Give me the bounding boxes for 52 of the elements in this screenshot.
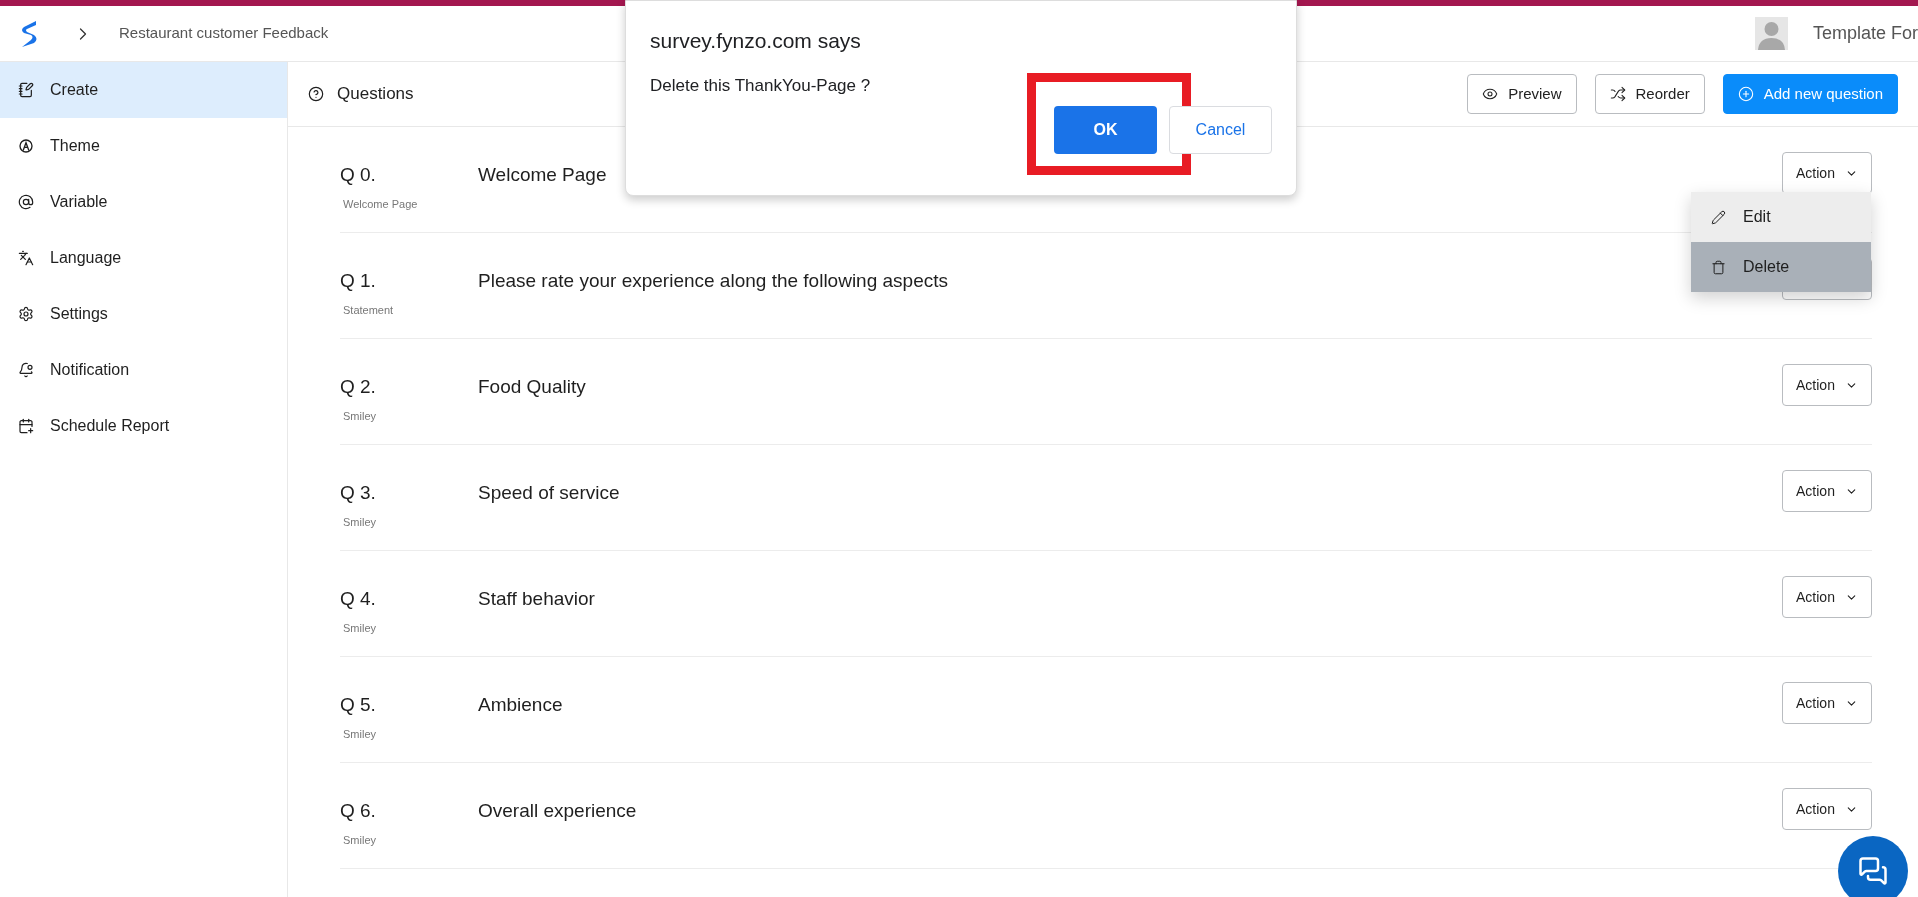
question-title[interactable]: Food Quality: [478, 375, 1782, 399]
section-title: Questions: [337, 83, 414, 106]
question-number: Q 2.: [340, 375, 377, 399]
question-type: Smiley: [343, 727, 377, 742]
question-number: Q 1.: [340, 269, 377, 293]
breadcrumb[interactable]: Restaurant customer Feedback: [119, 22, 329, 45]
question-number: Q 4.: [340, 587, 377, 611]
bell-icon: [18, 362, 34, 378]
shuffle-icon: [1609, 86, 1626, 102]
menu-item[interactable]: Edit: [1691, 192, 1871, 242]
question-type: Smiley: [343, 409, 377, 424]
account-name[interactable]: Template For: [1812, 20, 1918, 47]
question-number: Q 6.: [340, 799, 377, 823]
question-number: Q 3.: [340, 481, 377, 505]
trash-icon: [1711, 259, 1726, 275]
question-title[interactable]: Overall experience: [478, 799, 1782, 823]
question-number: Q 5.: [340, 693, 377, 717]
action-button[interactable]: Action: [1782, 682, 1872, 724]
question-type: Smiley: [343, 515, 377, 530]
action-button[interactable]: Action: [1782, 152, 1872, 194]
question-title[interactable]: Ambience: [478, 693, 1782, 717]
circle-letter-icon: [18, 138, 34, 154]
action-button[interactable]: Action: [1782, 576, 1872, 618]
action-button[interactable]: Action: [1782, 364, 1872, 406]
eye-icon: [1482, 86, 1499, 102]
question-type: Statement: [343, 303, 395, 318]
notepad-pen-icon: [18, 82, 34, 98]
reorder-button[interactable]: Reorder: [1594, 74, 1705, 114]
ok-button[interactable]: OK: [1054, 106, 1157, 154]
dialog-title: survey.fynzo.com says: [650, 28, 862, 54]
at-sign-icon: [18, 194, 34, 210]
chat-icon: [1858, 856, 1888, 886]
menu-item[interactable]: Delete: [1691, 242, 1871, 292]
sidebar-item[interactable]: Create: [0, 62, 287, 118]
action-button[interactable]: Action: [1782, 470, 1872, 512]
dialog-message: Delete this ThankYou-Page ?: [650, 74, 872, 97]
cancel-button[interactable]: Cancel: [1169, 106, 1272, 154]
question-type: Welcome Page: [343, 197, 419, 212]
translate-icon: [18, 250, 34, 266]
calendar-plus-icon: [18, 418, 34, 434]
chat-button[interactable]: [1838, 836, 1908, 897]
question-number: Q 0.: [340, 163, 377, 187]
question-type: Smiley: [343, 621, 377, 636]
preview-button[interactable]: Preview: [1467, 74, 1577, 114]
pencil-icon: [1711, 209, 1726, 225]
question-title[interactable]: Speed of service: [478, 481, 1782, 505]
plus-circle-icon: [1737, 86, 1754, 102]
action-button[interactable]: Action: [1782, 788, 1872, 830]
help-icon: [308, 86, 324, 102]
settings-icon: [18, 306, 34, 322]
question-type: Smiley: [343, 833, 377, 848]
question-title[interactable]: Staff behavior: [478, 587, 1782, 611]
